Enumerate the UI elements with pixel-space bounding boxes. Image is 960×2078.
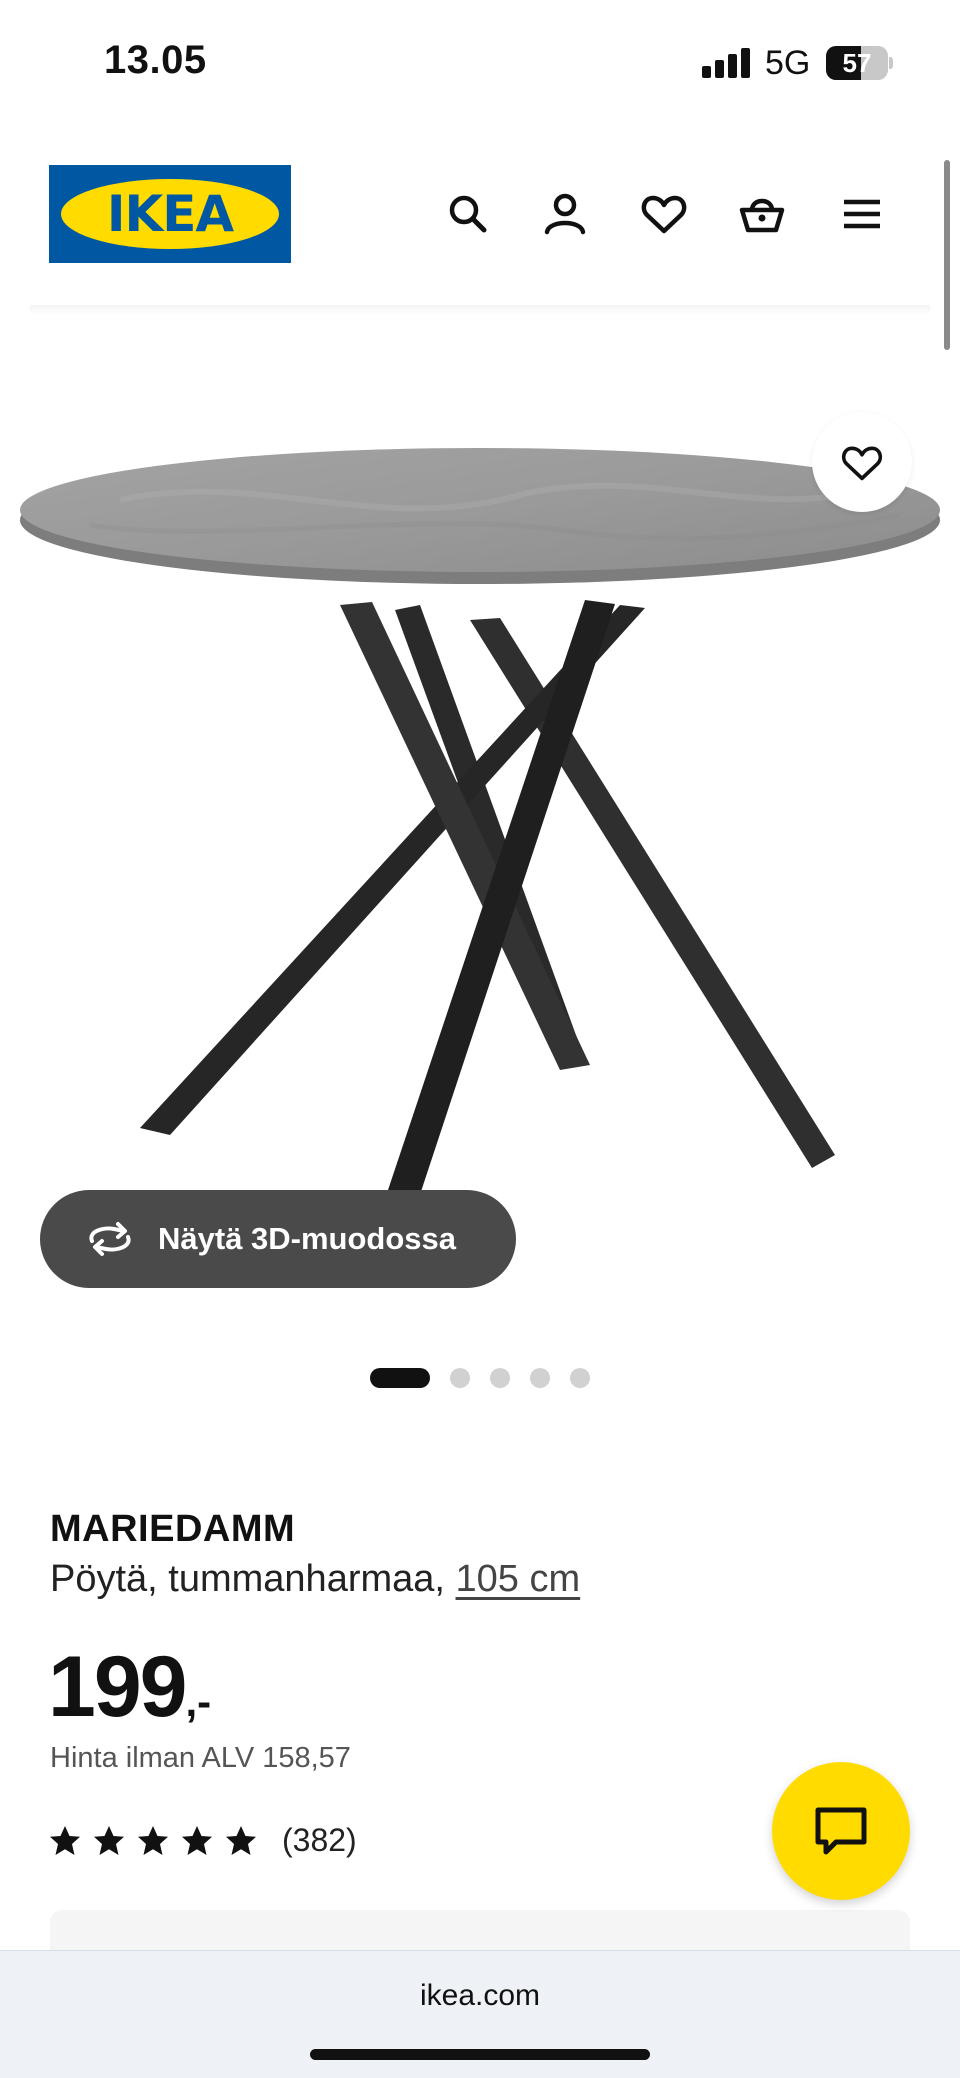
browser-address-bar[interactable]: ikea.com — [0, 1950, 960, 2078]
home-indicator[interactable] — [310, 2049, 650, 2060]
search-icon[interactable] — [444, 190, 492, 238]
carousel-dot[interactable] — [530, 1368, 550, 1388]
status-bar: 13.05 5G 57 — [0, 0, 960, 130]
battery-icon: 57 — [826, 46, 894, 80]
price-value: 199 — [48, 1639, 187, 1735]
carousel-dot[interactable] — [370, 1368, 430, 1388]
view-3d-label: Näytä 3D-muodossa — [158, 1221, 457, 1256]
chat-button[interactable] — [772, 1762, 910, 1900]
heart-icon[interactable] — [640, 190, 688, 238]
header-divider — [30, 305, 930, 315]
price-suffix: ,- — [185, 1678, 212, 1725]
url-text[interactable]: ikea.com — [0, 1979, 960, 2013]
star-icon — [94, 1826, 124, 1855]
star-icon — [50, 1826, 80, 1855]
rotate-3d-icon — [89, 1222, 131, 1256]
product-name: MARIEDAMM — [50, 1508, 296, 1550]
carousel-dot[interactable] — [490, 1368, 510, 1388]
basket-icon[interactable] — [738, 190, 786, 238]
ikea-logo[interactable]: IKEA — [49, 165, 291, 263]
product-description: Pöytä, tummanharmaa, 105 cm — [50, 1558, 580, 1601]
price-without-vat: Hinta ilman ALV 158,57 — [50, 1742, 351, 1774]
chat-icon — [815, 1807, 867, 1855]
signal-icon — [702, 48, 750, 78]
star-icon — [226, 1826, 256, 1855]
carousel-dot[interactable] — [450, 1368, 470, 1388]
status-time: 13.05 — [104, 38, 207, 82]
star-icon — [182, 1826, 212, 1855]
review-count: (382) — [282, 1822, 357, 1858]
menu-icon[interactable] — [838, 190, 886, 238]
star-icon — [138, 1826, 168, 1855]
view-3d-button[interactable]: Näytä 3D-muodossa — [40, 1190, 516, 1288]
product-size-link[interactable]: 105 cm — [456, 1558, 581, 1600]
carousel-dot[interactable] — [570, 1368, 590, 1388]
site-header: IKEA — [0, 140, 960, 290]
battery-level: 57 — [842, 48, 872, 78]
account-icon[interactable] — [541, 190, 589, 238]
product-price: 199,- — [48, 1638, 211, 1737]
image-carousel-dots — [370, 1366, 590, 1388]
heart-icon — [841, 446, 883, 481]
network-type: 5G — [765, 44, 811, 82]
product-type: Pöytä, tummanharmaa, — [50, 1558, 445, 1600]
add-to-favourites-button[interactable] — [812, 412, 912, 512]
